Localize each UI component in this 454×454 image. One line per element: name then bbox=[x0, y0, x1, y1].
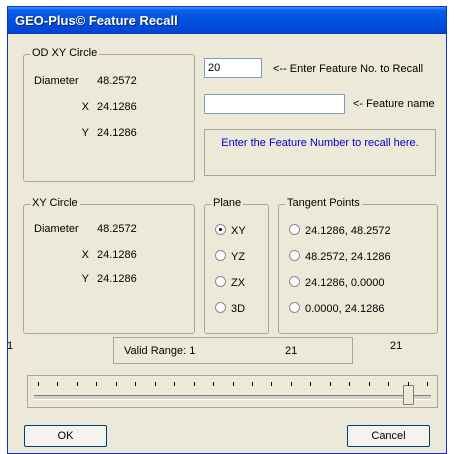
plane-option-label: YZ bbox=[231, 251, 246, 263]
range-min-label: 1 bbox=[7, 340, 14, 352]
xy-diameter-label: Diameter bbox=[34, 223, 79, 235]
feature-name-input[interactable] bbox=[204, 94, 345, 114]
slider-tick bbox=[135, 382, 137, 386]
feature-number-input[interactable] bbox=[204, 58, 262, 78]
xy-circle-label: XY Circle bbox=[30, 197, 80, 209]
slider-tick bbox=[251, 382, 253, 386]
valid-range-max: 21 bbox=[285, 345, 298, 357]
slider-tick bbox=[349, 382, 351, 386]
slider-tick bbox=[213, 382, 215, 386]
tangent-option-label: 48.2572, 24.1286 bbox=[305, 251, 391, 263]
od-x-label: X bbox=[81, 101, 89, 113]
od-y-value: 24.1286 bbox=[97, 127, 137, 139]
feature-slider[interactable] bbox=[27, 375, 438, 408]
xy-x-label: X bbox=[81, 249, 89, 261]
od-xy-circle-label: OD XY Circle bbox=[30, 47, 100, 59]
xy-diameter-value: 48.2572 bbox=[97, 223, 137, 235]
slider-tick bbox=[57, 382, 59, 386]
valid-range-label: Valid Range: 1 bbox=[124, 345, 196, 357]
xy-x-value: 24.1286 bbox=[97, 249, 137, 261]
tangent-radio-1[interactable]: 24.1286, 48.2572 bbox=[289, 224, 391, 237]
xy-y-value: 24.1286 bbox=[97, 273, 137, 285]
slider-tick bbox=[193, 382, 195, 386]
plane-radio-zx[interactable]: ZX bbox=[215, 276, 245, 289]
tangent-points-group: Tangent Points 24.1286, 48.2572 48.2572,… bbox=[278, 197, 438, 334]
instruction-text: Enter the Feature Number to recall here. bbox=[221, 137, 419, 149]
slider-tick bbox=[388, 382, 390, 386]
tangent-radio-2[interactable]: 48.2572, 24.1286 bbox=[289, 250, 391, 263]
radio-icon bbox=[289, 250, 300, 261]
radio-icon bbox=[289, 224, 300, 235]
plane-label: Plane bbox=[211, 197, 244, 209]
slider-tick bbox=[38, 382, 39, 386]
slider-tick bbox=[368, 382, 370, 386]
radio-icon bbox=[215, 250, 226, 261]
od-xy-circle-group: OD XY Circle Diameter 48.2572 X 24.1286 … bbox=[23, 47, 195, 182]
plane-option-label: XY bbox=[231, 225, 246, 237]
od-x-value: 24.1286 bbox=[97, 101, 137, 113]
tangent-option-label: 24.1286, 48.2572 bbox=[305, 225, 391, 237]
range-max-label: 21 bbox=[390, 340, 403, 352]
slider-tick bbox=[232, 382, 234, 386]
plane-option-label: ZX bbox=[231, 277, 246, 289]
valid-range-box: Valid Range: 1 21 bbox=[113, 337, 353, 364]
tangent-option-label: 0.0000, 24.1286 bbox=[305, 303, 385, 315]
radio-icon bbox=[289, 276, 300, 287]
plane-radio-xy[interactable]: XY bbox=[215, 224, 246, 237]
radio-icon bbox=[215, 302, 226, 313]
radio-icon bbox=[289, 302, 300, 313]
slider-track bbox=[34, 395, 431, 400]
slider-tick bbox=[76, 382, 78, 386]
plane-radio-yz[interactable]: YZ bbox=[215, 250, 245, 263]
slider-tick bbox=[154, 382, 156, 386]
feature-number-hint: <-- Enter Feature No. to Recall bbox=[273, 63, 424, 75]
feature-recall-dialog: GEO-Plus© Feature Recall OD XY Circle Di… bbox=[7, 6, 447, 454]
slider-thumb[interactable] bbox=[402, 385, 414, 405]
title-bar: GEO-Plus© Feature Recall bbox=[8, 7, 446, 34]
slider-tick bbox=[271, 382, 273, 386]
tangent-radio-4[interactable]: 0.0000, 24.1286 bbox=[289, 302, 385, 315]
plane-radio-3d[interactable]: 3D bbox=[215, 302, 245, 315]
slider-tick bbox=[290, 382, 292, 386]
slider-tick bbox=[427, 382, 428, 386]
slider-tick bbox=[115, 382, 117, 386]
tangent-option-label: 24.1286, 0.0000 bbox=[305, 277, 385, 289]
plane-option-label: 3D bbox=[231, 303, 246, 315]
plane-group: Plane XY YZ ZX 3D bbox=[204, 197, 269, 334]
xy-circle-group: XY Circle Diameter 48.2572 X 24.1286 Y 2… bbox=[23, 197, 195, 334]
ok-button[interactable]: OK bbox=[24, 425, 107, 447]
cancel-button[interactable]: Cancel bbox=[347, 425, 430, 447]
od-y-label: Y bbox=[81, 127, 89, 139]
slider-tick bbox=[174, 382, 176, 386]
feature-name-hint: <- Feature name bbox=[353, 98, 435, 110]
radio-icon bbox=[215, 276, 226, 287]
slider-tick bbox=[310, 382, 312, 386]
slider-tick bbox=[407, 382, 409, 386]
instruction-box: Enter the Feature Number to recall here. bbox=[204, 129, 436, 176]
slider-tick bbox=[96, 382, 98, 386]
radio-selected-icon bbox=[215, 224, 226, 235]
od-diameter-label: Diameter bbox=[34, 75, 79, 87]
window-title: GEO-Plus© Feature Recall bbox=[15, 13, 178, 28]
tangent-radio-3[interactable]: 24.1286, 0.0000 bbox=[289, 276, 385, 289]
tangent-points-label: Tangent Points bbox=[285, 197, 362, 209]
od-diameter-value: 48.2572 bbox=[97, 75, 137, 87]
slider-tick bbox=[329, 382, 331, 386]
xy-y-label: Y bbox=[81, 273, 89, 285]
